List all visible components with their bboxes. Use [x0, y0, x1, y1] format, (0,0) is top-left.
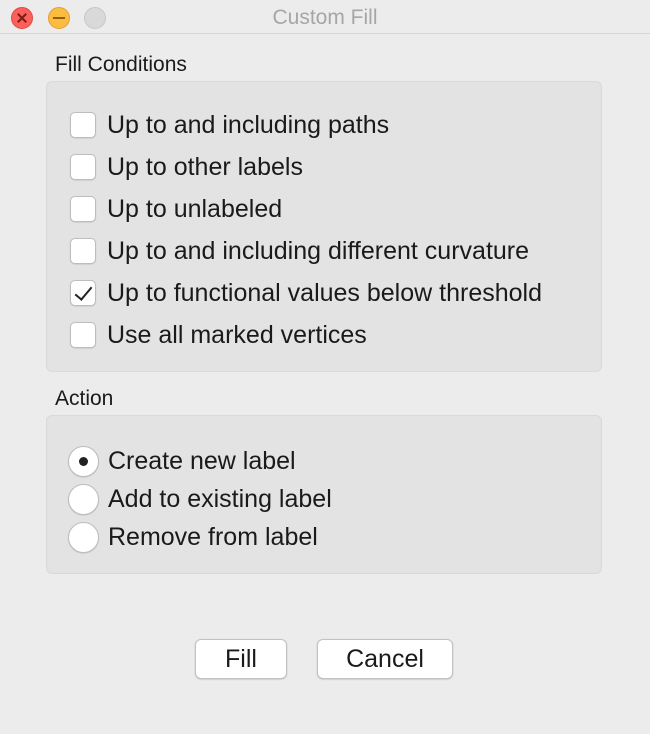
fill-button[interactable]: Fill [195, 639, 287, 679]
checkbox-label: Up to and including paths [107, 110, 390, 139]
fill-conditions-group: Up to and including paths Up to other la… [46, 81, 602, 372]
radio-button[interactable] [68, 521, 99, 553]
checkbox-up-to-functional-values-below-threshold[interactable]: Up to functional values below threshold [70, 278, 542, 308]
cancel-button[interactable]: Cancel [317, 639, 453, 679]
radio-button[interactable] [68, 483, 99, 515]
checkbox-up-to-other-labels[interactable]: Up to other labels [70, 152, 303, 182]
checkbox-box[interactable] [70, 238, 96, 264]
zoom-window-icon[interactable] [84, 7, 106, 29]
radio-remove-from-label[interactable]: Remove from label [68, 521, 318, 553]
close-window-icon[interactable] [11, 7, 33, 29]
radio-label: Create new label [108, 446, 296, 475]
action-heading: Action [55, 387, 114, 410]
checkbox-label: Up to and including different curvature [107, 236, 530, 265]
radio-label: Remove from label [108, 522, 318, 551]
checkbox-label: Up to unlabeled [107, 194, 283, 223]
checkbox-label: Up to other labels [107, 152, 303, 181]
fill-conditions-heading: Fill Conditions [55, 53, 187, 76]
title-bar: Custom Fill [0, 0, 650, 34]
checkbox-use-all-marked-vertices[interactable]: Use all marked vertices [70, 320, 367, 350]
checkbox-box[interactable] [70, 322, 96, 348]
custom-fill-dialog: Custom Fill Fill Conditions Up to and in… [0, 0, 650, 734]
radio-add-to-existing-label[interactable]: Add to existing label [68, 483, 332, 515]
radio-button-selected[interactable] [68, 445, 99, 477]
checkbox-label: Use all marked vertices [107, 320, 367, 349]
checkbox-up-to-different-curvature[interactable]: Up to and including different curvature [70, 236, 529, 266]
checkbox-up-to-unlabeled[interactable]: Up to unlabeled [70, 194, 282, 224]
checkbox-box[interactable] [70, 154, 96, 180]
checkbox-box-checked[interactable] [70, 280, 96, 306]
checkbox-label: Up to functional values below threshold [107, 278, 542, 307]
checkbox-box[interactable] [70, 112, 96, 138]
radio-create-new-label[interactable]: Create new label [68, 445, 296, 477]
checkbox-up-to-and-including-paths[interactable]: Up to and including paths [70, 110, 389, 140]
radio-label: Add to existing label [108, 484, 332, 513]
checkbox-box[interactable] [70, 196, 96, 222]
action-group: Create new label Add to existing label R… [46, 415, 602, 574]
minimize-window-icon[interactable] [48, 7, 70, 29]
